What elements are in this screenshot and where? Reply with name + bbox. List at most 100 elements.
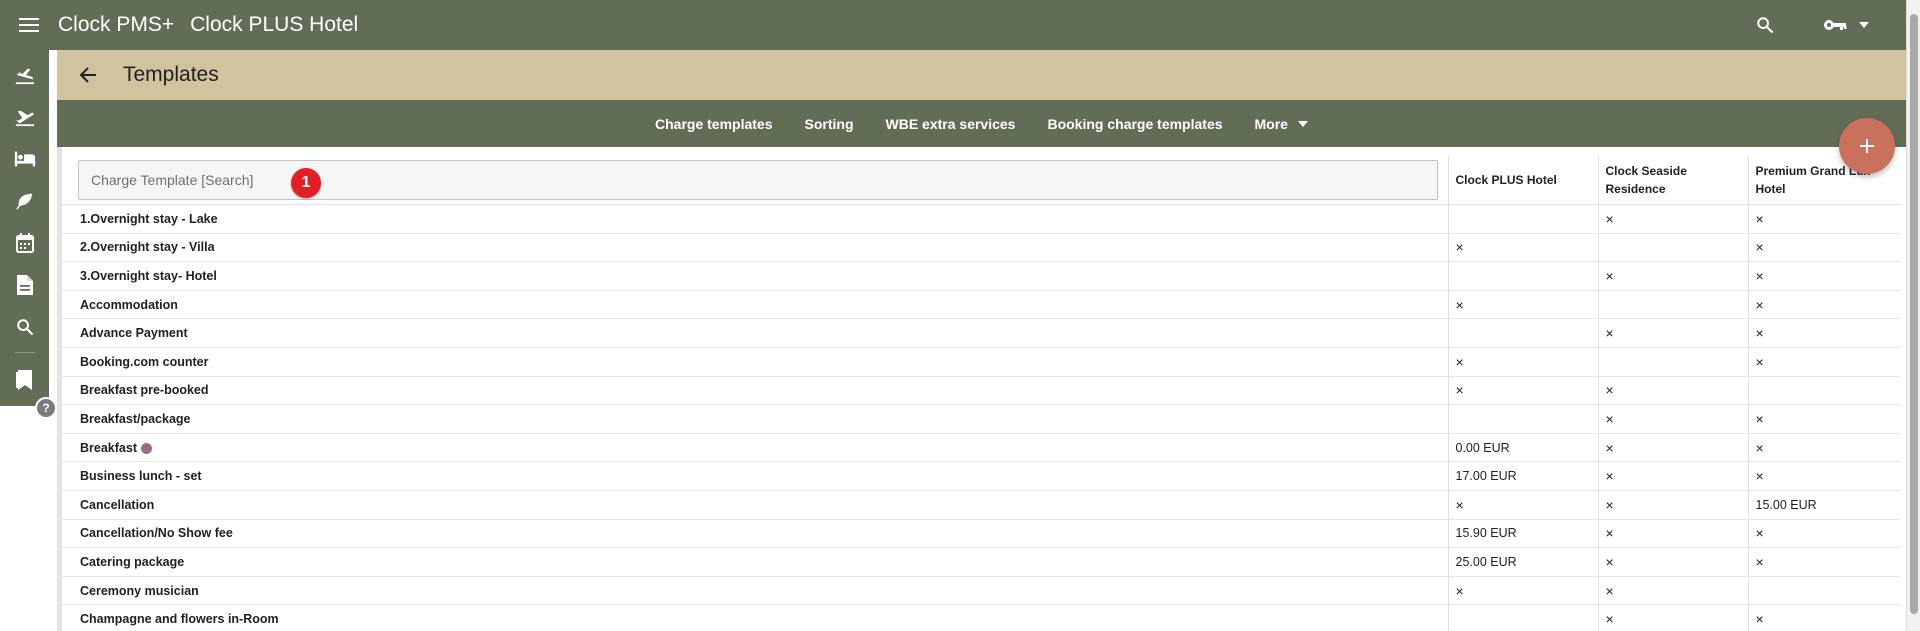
hotel-price-cell[interactable]: × (1748, 318, 1900, 348)
template-name-cell[interactable]: 2.Overnight stay - Villa (62, 233, 1449, 263)
hotel-price-cell[interactable] (1598, 290, 1749, 320)
hotel-price-cell[interactable]: × (1598, 204, 1749, 234)
table-row[interactable]: 1.Overnight stay - Lake × × (62, 204, 1900, 234)
template-name-cell[interactable]: Catering package (62, 547, 1449, 577)
table-row[interactable]: Cancellation × × 15.00 EUR (62, 490, 1900, 520)
hotel-price-cell[interactable]: × (1448, 347, 1599, 377)
hotel-price-cell[interactable] (1448, 318, 1599, 348)
hotel-price-cell[interactable] (1448, 604, 1599, 631)
hamburger-menu-button[interactable] (0, 0, 58, 50)
hotel-price-cell[interactable]: 15.90 EUR (1448, 519, 1599, 549)
hotel-price-cell[interactable]: × (1598, 376, 1749, 406)
table-row[interactable]: Breakfast/package × × (62, 404, 1900, 434)
add-template-button[interactable] (1839, 118, 1895, 174)
hotel-price-cell[interactable]: × (1448, 376, 1599, 406)
hotel-price-cell[interactable]: × (1748, 204, 1900, 234)
rail-item-rooms[interactable] (0, 138, 49, 180)
hotel-price-cell[interactable]: × (1748, 404, 1900, 434)
hotel-price-cell[interactable]: × (1748, 519, 1900, 549)
hotel-price-cell[interactable] (1448, 204, 1599, 234)
rail-item-calendar[interactable] (0, 222, 49, 264)
template-name-cell[interactable]: Breakfast/package (62, 404, 1449, 434)
hotel-price-cell[interactable] (1748, 576, 1900, 606)
hotel-price-cell[interactable]: × (1598, 519, 1749, 549)
hotel-price-cell[interactable]: × (1598, 547, 1749, 577)
hotel-price-cell[interactable]: × (1748, 461, 1900, 491)
hotel-price-cell[interactable]: × (1748, 290, 1900, 320)
hotel-price-cell[interactable]: × (1598, 576, 1749, 606)
table-row[interactable]: 3.Overnight stay- Hotel × × (62, 261, 1900, 291)
template-name-cell[interactable]: Champagne and flowers in-Room (62, 604, 1449, 631)
template-name-cell[interactable]: Breakfast pre-booked (62, 376, 1449, 406)
template-name-cell[interactable]: Cancellation/No Show fee (62, 519, 1449, 549)
table-row[interactable]: Cancellation/No Show fee 15.90 EUR × × (62, 519, 1900, 549)
hotel-price-cell[interactable]: × (1748, 261, 1900, 291)
tab-more[interactable]: More (1239, 116, 1324, 132)
tab-charge-templates[interactable]: Charge templates (639, 116, 788, 132)
hotel-price-cell[interactable]: × (1748, 233, 1900, 263)
hotel-price-cell[interactable]: × (1748, 604, 1900, 631)
hotel-price-cell[interactable]: × (1448, 290, 1599, 320)
hotel-price-cell[interactable]: × (1598, 433, 1749, 463)
hotel-price-cell[interactable] (1598, 233, 1749, 263)
template-name-cell[interactable]: Accommodation (62, 290, 1449, 320)
vertical-scrollbar[interactable] (1906, 0, 1920, 631)
back-button[interactable] (57, 50, 119, 100)
hotel-price-cell[interactable]: × (1448, 576, 1599, 606)
hotel-price-cell[interactable]: 17.00 EUR (1448, 461, 1599, 491)
rail-item-bookmarks[interactable] (0, 359, 49, 401)
rail-item-housekeeping[interactable] (0, 180, 49, 222)
template-name-cell[interactable]: 1.Overnight stay - Lake (62, 204, 1449, 234)
hotel-price-cell[interactable]: × (1598, 261, 1749, 291)
hotel-name[interactable]: Clock PLUS Hotel (190, 13, 358, 37)
hotel-price-cell[interactable]: × (1598, 318, 1749, 348)
account-menu-button[interactable] (1823, 18, 1869, 32)
table-row[interactable]: Champagne and flowers in-Room × × (62, 604, 1900, 631)
table-row[interactable]: Ceremony musician × × (62, 576, 1900, 606)
template-name-cell[interactable]: Booking.com counter (62, 347, 1449, 377)
hotel-price-cell[interactable]: × (1448, 490, 1599, 520)
scrollbar-thumb[interactable] (1910, 14, 1918, 614)
plus-icon (1860, 139, 1874, 153)
hotel-price-cell[interactable]: × (1598, 604, 1749, 631)
table-row[interactable]: Business lunch - set 17.00 EUR × × (62, 461, 1900, 491)
table-row[interactable]: Breakfast 0.00 EUR × × (62, 433, 1900, 463)
template-name-cell[interactable]: Breakfast (62, 433, 1449, 463)
hotel-price-cell[interactable] (1448, 404, 1599, 434)
table-row[interactable]: Accommodation × × (62, 290, 1900, 320)
template-name: 2.Overnight stay - Villa (80, 240, 215, 255)
hotel-price-cell[interactable]: × (1598, 461, 1749, 491)
global-search-button[interactable] (1743, 3, 1787, 47)
help-icon[interactable]: ? (35, 397, 57, 419)
hotel-price-cell[interactable] (1748, 376, 1900, 406)
hotel-price-cell[interactable]: × (1748, 433, 1900, 463)
hotel-price-cell[interactable]: 15.00 EUR (1748, 490, 1900, 520)
rail-item-departures[interactable] (0, 96, 49, 138)
template-name-cell[interactable]: 3.Overnight stay- Hotel (62, 261, 1449, 291)
rail-item-search[interactable] (0, 306, 49, 348)
hotel-price-cell[interactable]: 25.00 EUR (1448, 547, 1599, 577)
rail-item-reports[interactable] (0, 264, 49, 306)
tab-booking-charge-templates[interactable]: Booking charge templates (1031, 116, 1238, 132)
table-row[interactable]: 2.Overnight stay - Villa × × (62, 233, 1900, 263)
tab-sorting[interactable]: Sorting (789, 116, 870, 132)
hotel-price-cell[interactable]: 0.00 EUR (1448, 433, 1599, 463)
template-name-cell[interactable]: Ceremony musician (62, 576, 1449, 606)
table-row[interactable]: Catering package 25.00 EUR × × (62, 547, 1900, 577)
hotel-price-cell[interactable]: × (1598, 490, 1749, 520)
hotel-price-cell[interactable]: × (1748, 547, 1900, 577)
template-name-cell[interactable]: Business lunch - set (62, 461, 1449, 491)
table-row[interactable]: Advance Payment × × (62, 318, 1900, 348)
hotel-price-cell[interactable] (1448, 261, 1599, 291)
template-name-cell[interactable]: Cancellation (62, 490, 1449, 520)
table-row[interactable]: Breakfast pre-booked × × (62, 376, 1900, 406)
hotel-price-cell[interactable] (1598, 347, 1749, 377)
hotel-price-cell[interactable]: × (1748, 347, 1900, 377)
template-name-cell[interactable]: Advance Payment (62, 318, 1449, 348)
hotel-price-cell[interactable]: × (1448, 233, 1599, 263)
hotel-price-cell[interactable]: × (1598, 404, 1749, 434)
rail-item-arrivals[interactable] (0, 54, 49, 96)
tab-wbe-extra-services[interactable]: WBE extra services (870, 116, 1032, 132)
table-row[interactable]: Booking.com counter × × (62, 347, 1900, 377)
search-field[interactable]: 1 (78, 160, 1438, 200)
